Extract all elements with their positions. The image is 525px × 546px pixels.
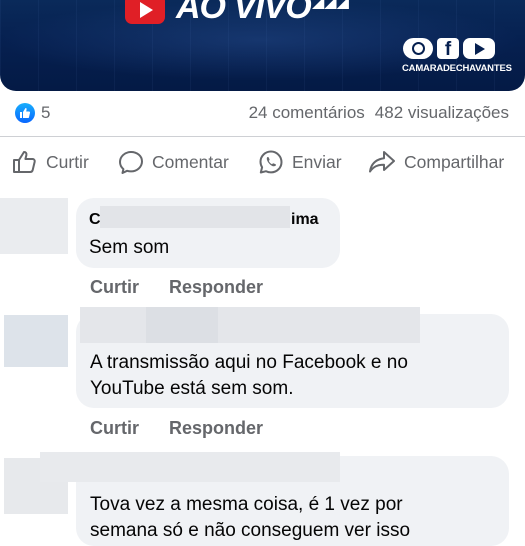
comment-reply-button[interactable]: Responder xyxy=(169,277,263,298)
post-stats: 24 comentários 482 visualizações xyxy=(249,103,509,123)
send-button[interactable]: Enviar xyxy=(258,146,342,178)
comment-text: YouTube está sem som. xyxy=(90,378,294,399)
avatar[interactable] xyxy=(4,315,68,367)
share-arrow-icon xyxy=(369,151,395,173)
comment-author-start[interactable]: C xyxy=(89,211,101,229)
comment-text: semana só e não conseguem ver isso xyxy=(90,520,411,541)
divider xyxy=(0,136,525,137)
like-button[interactable]: Curtir xyxy=(12,146,89,178)
live-video-thumbnail[interactable]: AO VIVO ◢◢◢ f CAMARADECHAVANTES xyxy=(0,0,525,91)
avatar[interactable] xyxy=(0,198,68,254)
redacted-author-name xyxy=(40,452,340,482)
send-label: Enviar xyxy=(292,151,342,172)
share-label: Compartilhar xyxy=(404,151,505,172)
like-reaction-icon[interactable] xyxy=(15,103,35,123)
comment-label: Comentar xyxy=(152,151,229,172)
youtube-play-icon xyxy=(125,0,165,24)
redacted-author-name xyxy=(100,206,290,228)
comment-bubble-icon xyxy=(119,151,143,174)
comment-count[interactable]: 24 comentários xyxy=(249,103,365,122)
whatsapp-icon xyxy=(259,150,283,174)
action-bar: Curtir Comentar Enviar Compartilhar xyxy=(0,146,525,178)
comment-author-end[interactable]: ima xyxy=(291,211,319,229)
comment-text: Sem som xyxy=(89,237,170,258)
broadcast-signal-icon: ◢◢◢ xyxy=(312,0,349,11)
youtube-icon xyxy=(463,38,495,59)
comment-reply-button[interactable]: Responder xyxy=(169,418,263,439)
channel-handle: CAMARADECHAVANTES xyxy=(402,63,512,74)
live-label: AO VIVO xyxy=(176,0,312,26)
redacted-author-name xyxy=(80,307,420,343)
comment-like-button[interactable]: Curtir xyxy=(90,418,139,439)
comment-like-button[interactable]: Curtir xyxy=(90,277,139,298)
thumbs-up-icon xyxy=(13,151,36,173)
reaction-count[interactable]: 5 xyxy=(41,103,50,123)
comment-text: Tova vez a mesma coisa, é 1 vez por xyxy=(90,494,403,515)
social-icons: f xyxy=(403,38,508,60)
instagram-icon xyxy=(403,38,433,59)
share-button[interactable]: Compartilhar xyxy=(368,146,504,178)
comment-button[interactable]: Comentar xyxy=(118,146,229,178)
like-label: Curtir xyxy=(46,151,89,172)
view-count: 482 visualizações xyxy=(374,103,509,122)
comment-text: A transmissão aqui no Facebook e no xyxy=(90,352,408,373)
facebook-icon: f xyxy=(437,38,459,60)
redacted-author-name xyxy=(146,307,218,343)
